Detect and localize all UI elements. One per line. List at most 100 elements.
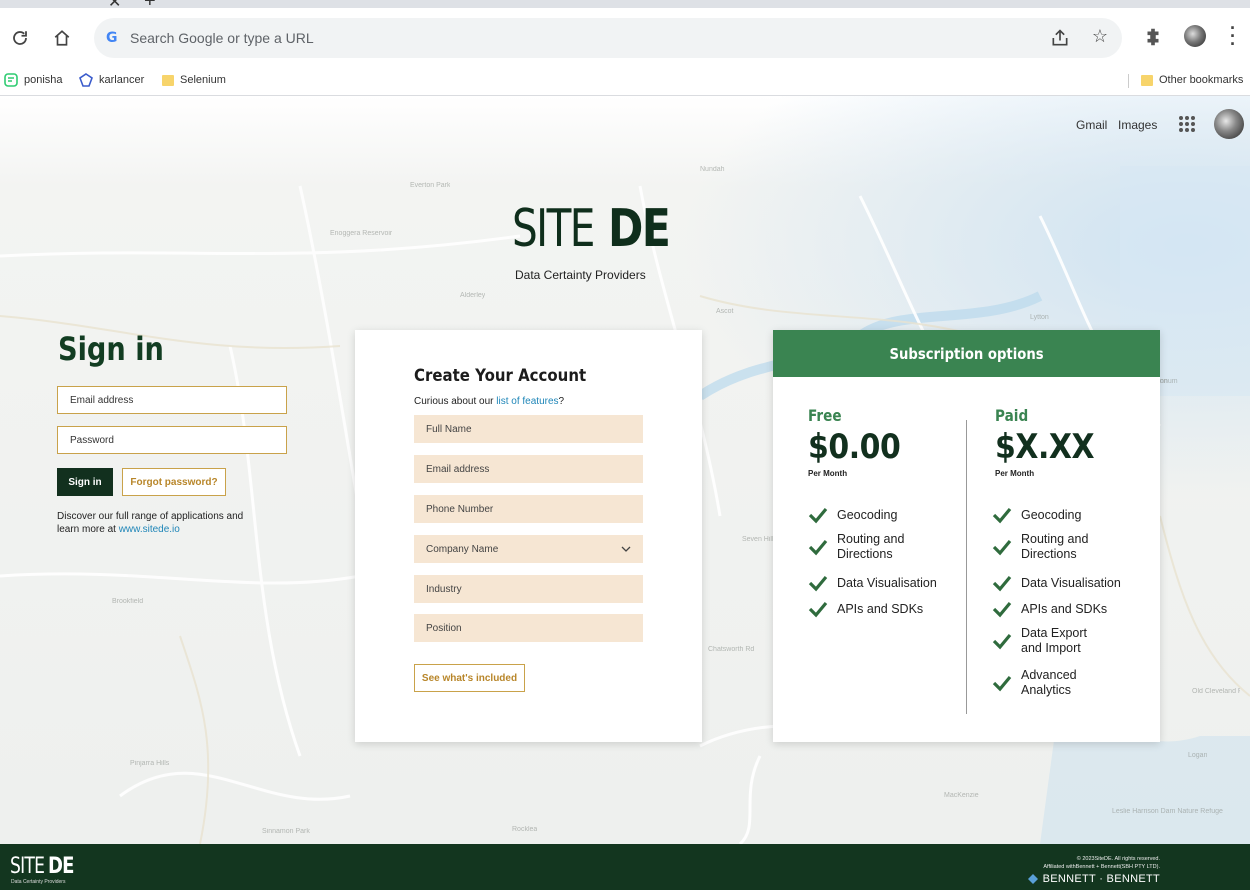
footer-tagline: Data Certainty Providers: [11, 879, 66, 885]
folder-icon: [162, 74, 174, 86]
sitede-logo: SITE DE Data Certainty Providers: [512, 199, 671, 282]
plan-name: Free: [808, 406, 842, 425]
email-field[interactable]: [414, 455, 643, 483]
extensions-icon[interactable]: [1142, 26, 1164, 48]
position-field[interactable]: [414, 614, 643, 642]
map-label: Sinnamon Park: [262, 828, 310, 835]
free-feature-item: Routing and Directions: [808, 532, 948, 562]
google-account-avatar[interactable]: [1214, 109, 1244, 139]
subscription-card: Subscription options Free $0.00 Per Mont…: [773, 330, 1160, 742]
profile-avatar[interactable]: [1184, 25, 1206, 47]
paid-feature-item: APIs and SDKs: [992, 600, 1107, 618]
checkmark-icon: [808, 575, 828, 592]
sitede-website-link[interactable]: www.sitede.io: [119, 524, 180, 535]
checkmark-icon: [808, 539, 828, 556]
browser-menu-icon[interactable]: · · ·: [1228, 19, 1238, 53]
partner-logo: BENNETT · BENNETT: [1027, 873, 1160, 885]
discover-text: Discover our full range of applications …: [57, 511, 244, 535]
bookmark-star-icon[interactable]: ☆: [1092, 26, 1108, 47]
phone-number-field[interactable]: [414, 495, 643, 523]
share-icon[interactable]: [1050, 28, 1070, 48]
forgot-password-button[interactable]: Forgot password?: [122, 468, 226, 496]
page-content: Mt CottonLoganOld Cleveland RdWynnumGayt…: [0, 96, 1250, 844]
paid-feature-item: Data Export and Import: [992, 626, 1101, 656]
map-label: Pinjarra Hills: [130, 760, 170, 767]
map-label: Enoggera Reservoir: [330, 230, 393, 237]
google-icon: G: [106, 30, 118, 46]
signin-email-input[interactable]: [57, 386, 287, 414]
checkmark-icon: [808, 507, 828, 524]
gmail-link[interactable]: Gmail: [1076, 118, 1107, 132]
bookmark-karlancer[interactable]: karlancer: [79, 70, 144, 90]
plan-price: $X.XX: [995, 427, 1095, 467]
logo-word-bold: DE: [608, 199, 671, 259]
logo-word-thin: SITE: [512, 199, 595, 259]
plan-period: Per Month: [995, 469, 1035, 478]
create-account-card: Create Your Account Curious about our li…: [355, 330, 702, 742]
bookmark-selenium[interactable]: Selenium: [162, 70, 226, 90]
google-apps-icon[interactable]: [1179, 116, 1195, 132]
map-label: MacKenzie: [944, 792, 979, 799]
browser-toolbar: G ☆ ···: [0, 8, 1250, 66]
map-label: Leslie Harrison Dam Nature Refuge: [1112, 808, 1223, 815]
subscription-header: Subscription options: [773, 330, 1160, 377]
plan-name: Paid: [995, 406, 1029, 425]
free-feature-item: APIs and SDKs: [808, 600, 923, 618]
page-footer: SITE DE Data Certainty Providers © 2023Si…: [0, 844, 1250, 890]
bookmarks-separator: [1128, 74, 1129, 88]
ponisha-icon: [4, 73, 18, 87]
bennett-logo-icon: [1027, 874, 1038, 884]
checkmark-icon: [808, 601, 828, 618]
reload-icon[interactable]: [6, 24, 34, 52]
google-header: Gmail Images: [0, 96, 1250, 152]
plan-period: Per Month: [808, 469, 848, 478]
signin-password-input[interactable]: [57, 426, 287, 454]
map-label: Lytton: [1030, 314, 1049, 321]
plan-price: $0.00: [808, 427, 901, 467]
checkmark-icon: [992, 539, 1012, 556]
company-name-select[interactable]: Company Name: [414, 535, 643, 563]
paid-feature-item: Data Visualisation: [992, 574, 1121, 592]
map-label: Everton Park: [410, 182, 451, 189]
free-feature-item: Data Visualisation: [808, 574, 937, 592]
features-prompt: Curious about our list of features?: [414, 396, 565, 407]
checkmark-icon: [992, 675, 1012, 692]
paid-plan: Paid $X.XX Per Month: [995, 406, 1108, 478]
bookmarks-bar: ponisha karlancer Selenium Other bookmar…: [0, 66, 1250, 96]
other-bookmarks[interactable]: Other bookmarks: [1141, 70, 1243, 90]
paid-feature-item: Advanced Analytics: [992, 668, 1091, 698]
footer-affiliation: Affiliated withBennett + Bennett(SBH PTY…: [1043, 864, 1160, 870]
features-list-link[interactable]: list of features: [496, 396, 558, 407]
address-bar[interactable]: G ☆: [94, 18, 1122, 58]
signin-title: Sign in: [58, 330, 164, 368]
checkmark-icon: [992, 633, 1012, 650]
see-whats-included-button[interactable]: See what's included: [414, 664, 525, 692]
images-link[interactable]: Images: [1118, 118, 1157, 132]
full-name-field[interactable]: [414, 415, 643, 443]
map-label: Logan: [1188, 752, 1208, 759]
signin-button[interactable]: Sign in: [57, 468, 113, 496]
map-label: Seven Hills: [742, 536, 778, 543]
map-label: Chatsworth Rd: [708, 646, 755, 653]
map-label: Rocklea: [512, 826, 538, 833]
tab-strip: ✕ +: [0, 0, 1250, 12]
paid-feature-item: Routing and Directions: [992, 532, 1101, 562]
karlancer-icon: [79, 73, 93, 87]
map-label: Old Cleveland Rd: [1192, 688, 1240, 695]
footer-copyright: © 2023SiteDE. All rights reserved.: [1076, 856, 1160, 862]
footer-logo: SITE DE: [10, 854, 74, 879]
checkmark-icon: [992, 601, 1012, 618]
industry-field[interactable]: [414, 575, 643, 603]
paid-feature-item: Geocoding: [992, 506, 1081, 524]
logo-tagline: Data Certainty Providers: [515, 268, 646, 282]
folder-icon: [1141, 74, 1153, 86]
create-account-title: Create Your Account: [414, 366, 587, 386]
map-label: Brookfield: [112, 598, 144, 605]
address-input[interactable]: [130, 18, 1030, 58]
bookmark-ponisha[interactable]: ponisha: [4, 70, 63, 90]
home-icon[interactable]: [48, 24, 76, 52]
plan-divider: [966, 420, 967, 714]
chevron-down-icon: [621, 546, 631, 552]
map-label: Nundah: [700, 166, 725, 173]
free-feature-item: Geocoding: [808, 506, 897, 524]
